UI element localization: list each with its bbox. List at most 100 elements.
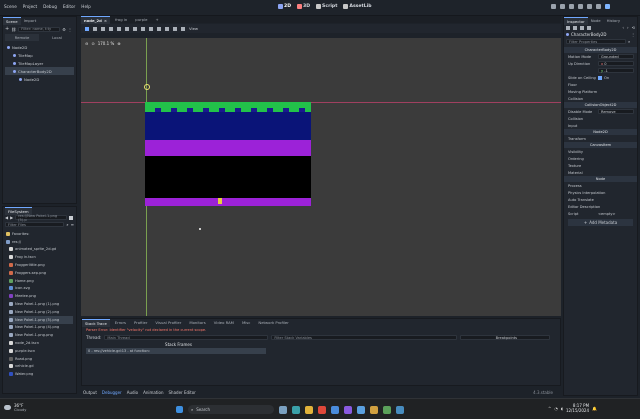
add-node-icon[interactable]: + <box>5 26 9 32</box>
file-filter-input[interactable]: Filter Files <box>5 222 65 227</box>
zoom-in-icon[interactable]: ⊕ <box>117 41 120 46</box>
edge-icon[interactable] <box>292 405 300 414</box>
workspace-2d[interactable]: 2D <box>278 4 291 9</box>
chrome-icon[interactable] <box>318 405 326 414</box>
taskbar-search[interactable]: ⌕ Search <box>188 405 274 414</box>
tray-chevron-icon[interactable]: ^ <box>548 406 551 411</box>
up-y-field[interactable]: y -1 <box>598 68 634 73</box>
play-icon[interactable] <box>551 4 556 9</box>
scene-tab-node2d[interactable]: node_2d × <box>81 15 111 24</box>
menu-editor[interactable]: Editor <box>63 4 75 9</box>
file-item[interactable]: icon.svg <box>9 285 73 293</box>
tab-import[interactable]: Import <box>21 17 40 24</box>
character-marker[interactable] <box>144 84 150 90</box>
file-item[interactable]: Froggers.sep.png <box>9 269 73 277</box>
tools-icon[interactable] <box>587 25 591 30</box>
scene-filter-input[interactable]: Filter: name, t:ty <box>18 26 61 32</box>
view-menu[interactable]: View <box>189 26 198 31</box>
group-visibility[interactable]: Visibility <box>564 148 637 155</box>
property-filter-input[interactable]: Filter Properties <box>566 39 626 44</box>
list-tool-icon[interactable] <box>117 26 121 31</box>
group-ordering[interactable]: Ordering <box>564 155 637 162</box>
next-icon[interactable]: › <box>627 25 629 30</box>
canvas-viewport[interactable]: ⊖ ⊙ 170.1 % ⊕ <box>81 38 561 316</box>
tab-inspector[interactable]: Inspector <box>564 16 588 25</box>
disable-mode-select[interactable]: Remove <box>598 109 634 114</box>
wifi-icon[interactable]: ◔ <box>554 406 558 411</box>
file-item[interactable]: Meelee.png <box>9 292 73 300</box>
debugger-tab-monitors[interactable]: Monitors <box>186 319 208 326</box>
group-moving-platform[interactable]: Moving Platform <box>564 88 637 95</box>
rotate-tool-icon[interactable] <box>101 26 105 31</box>
local-tab[interactable]: Local <box>40 34 74 41</box>
file-item[interactable]: Water.png <box>9 370 73 378</box>
file-item[interactable]: New Pokel-1.png (1).png <box>9 300 73 308</box>
file-item[interactable]: res:// <box>6 238 73 246</box>
zoom-out-icon[interactable]: ⊖ <box>85 41 88 46</box>
menu-dots-icon[interactable]: ⋮ <box>68 27 72 32</box>
move-tool-icon[interactable] <box>93 26 97 31</box>
filter-options-icon[interactable]: ⚙ <box>62 27 66 32</box>
back-icon[interactable]: ◀ <box>5 215 8 220</box>
up-x-field[interactable]: x 0 <box>598 61 634 66</box>
search-icon[interactable]: ⌕ <box>66 222 68 227</box>
play-scene-icon[interactable] <box>578 4 583 9</box>
grid-icon[interactable] <box>157 26 161 31</box>
debugger-tab-profiler[interactable]: Profiler <box>131 319 150 326</box>
volume-icon[interactable]: ◖ <box>561 406 563 411</box>
scene-tab-frog[interactable]: frog in <box>112 16 130 23</box>
app-icon-4[interactable] <box>383 405 391 414</box>
split-icon[interactable] <box>69 215 74 220</box>
status-debugger[interactable]: Debugger <box>102 390 122 395</box>
tree-node-tilemaplayer[interactable]: TileMapLayer <box>5 59 74 67</box>
snap-icon[interactable] <box>149 26 153 31</box>
status-shader-editor[interactable]: Shader Editor <box>169 390 196 395</box>
godot-icon[interactable] <box>396 405 404 414</box>
group-collision[interactable]: Collision <box>564 95 637 102</box>
pivot-tool-icon[interactable] <box>125 26 129 31</box>
status-animation[interactable]: Animation <box>143 390 163 395</box>
forward-icon[interactable]: ▶ <box>10 215 13 220</box>
save-resource-icon[interactable] <box>580 25 584 30</box>
tree-node-node2d[interactable]: Node2D <box>5 43 74 51</box>
history-icon[interactable]: ⟲ <box>632 25 635 30</box>
file-item[interactable]: New Pokel-1.png (4).png <box>9 324 73 332</box>
tree-node-node2d[interactable]: Node2D <box>5 75 74 83</box>
file-item[interactable]: purple.tscn <box>9 347 73 355</box>
group-floor[interactable]: Floor <box>564 81 637 88</box>
status-audio[interactable]: Audio <box>127 390 138 395</box>
tab-node[interactable]: Node <box>588 17 604 24</box>
motion-mode-select[interactable]: Grounded <box>598 54 634 59</box>
workspace-3d[interactable]: 3D <box>297 4 310 9</box>
file-item[interactable]: Home.png <box>9 277 73 285</box>
tab-scene[interactable]: Scene <box>3 16 21 25</box>
widgets-icon[interactable] <box>279 405 287 414</box>
debugger-tab-video-ram[interactable]: Video RAM <box>211 319 237 326</box>
file-item[interactable]: New Pokel-1.png (5).png <box>9 315 73 324</box>
group-texture[interactable]: Texture <box>564 162 637 169</box>
status-output[interactable]: Output <box>83 390 97 395</box>
weather-widget[interactable]: 36°F Cloudy <box>4 403 26 412</box>
scene-tab-purple[interactable]: purple <box>132 16 150 23</box>
notification-icon[interactable]: 🔔 <box>592 406 597 411</box>
store-icon[interactable] <box>331 405 339 414</box>
script-value[interactable]: <empty> <box>598 212 616 216</box>
debugger-tab-network-profiler[interactable]: Network Profiler <box>255 319 291 326</box>
menu-project[interactable]: Project <box>23 4 37 9</box>
select-tool-icon[interactable] <box>85 26 89 31</box>
link-icon[interactable]: ⛓ <box>11 27 16 32</box>
slide-checkbox[interactable] <box>598 75 602 80</box>
file-item[interactable]: animated_sprite_2d.gd <box>9 246 73 254</box>
menu-debug[interactable]: Debug <box>43 4 57 9</box>
zoom-reset-icon[interactable]: ⊙ <box>91 41 94 46</box>
pan-tool-icon[interactable] <box>133 26 137 31</box>
file-item[interactable]: New Pokel-1.png.png <box>9 331 73 339</box>
debugger-tab-stack-trace[interactable]: Stack Trace <box>82 318 110 327</box>
file-item[interactable]: vehicle.gd <box>9 363 73 371</box>
file-item[interactable]: node_2d.tscn <box>9 339 73 347</box>
tree-node-characterbody2d[interactable]: CharacterBody2D <box>5 67 74 75</box>
tree-node-tilemap[interactable]: TileMap <box>5 51 74 59</box>
explorer-icon[interactable] <box>305 405 313 414</box>
add-metadata-button[interactable]: + Add Metadata <box>568 219 633 226</box>
menu-scene[interactable]: Scene <box>4 4 17 9</box>
